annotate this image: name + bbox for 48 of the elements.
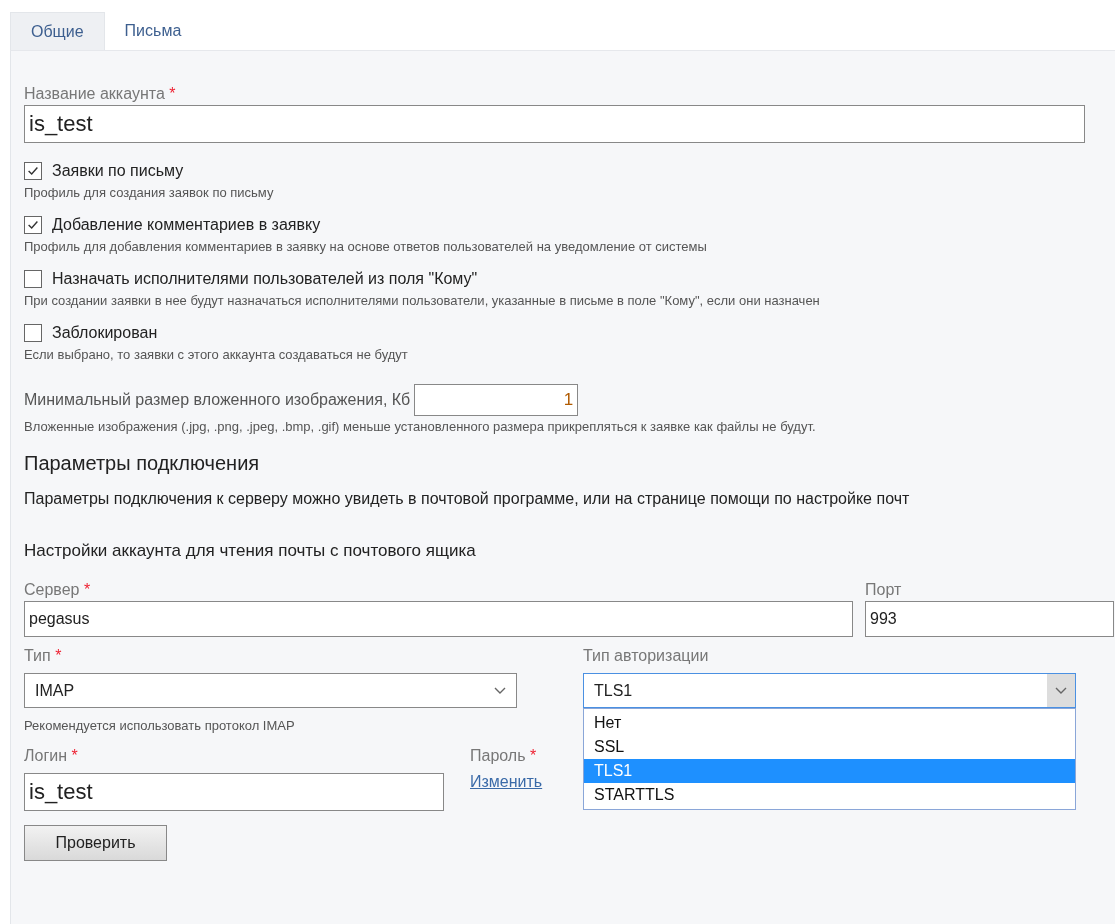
checkbox-label: Заблокирован [52,324,158,342]
image-size-field[interactable]: 1 [414,384,579,416]
login-field[interactable]: is_test [24,773,444,811]
field-label: Логин [24,747,67,764]
dropdown-option[interactable]: SSL [584,735,1075,759]
section-heading: Параметры подключения [24,452,261,475]
option-description: Если выбрано, то заявки с этого аккаунта создаваться не будут [24,347,409,362]
field-hint: Вложенные изображения (.jpg, .png, .jpeg, .bmp, .gif) меньше установленного размера прикрепляться к заявке как файлы не будут. [24,419,817,434]
field-label: Порт [865,581,902,598]
required-mark: * [169,85,176,102]
checkbox-label: Добавление комментариев в заявку [52,216,321,234]
chevron-down-icon [494,686,506,695]
required-mark: * [83,581,91,598]
field-label: Тип авторизации [583,647,709,664]
option-description: Профиль для создания заявок по письму [24,185,275,200]
section-description: Параметры подключения к серверу можно увидеть в почтовой программе, или на странице помощи по настройке почт [24,490,911,508]
field-label: Сервер [24,581,80,598]
option-description: При создании заявки в нее будут назначаться исполнителями пользователи, указанные в письме в поле "Кому", если они назначен [24,293,821,308]
check-button[interactable]: Проверить [24,825,167,861]
field-label: Пароль [470,747,526,764]
tab[interactable]: Общие [10,12,105,50]
required-mark: * [529,747,537,764]
port-field[interactable]: 993 [865,601,1114,637]
required-mark: * [55,647,62,664]
field-label: Минимальный размер вложенного изображения, Кб [24,391,411,409]
checkbox[interactable] [24,162,42,180]
field-label: Название аккаунта [24,85,165,102]
check-icon [26,218,40,232]
checkbox[interactable] [24,270,42,288]
section-heading: Настройки аккаунта для чтения почты с почтового ящика [24,541,477,561]
tab[interactable]: Письма [104,12,202,50]
required-mark: * [71,747,78,764]
type-select[interactable]: IMAP [24,673,517,708]
checkbox[interactable] [24,216,42,234]
checkbox[interactable] [24,324,42,342]
dropdown-option[interactable]: STARTTLS [584,783,1075,807]
auth-type-select[interactable]: TLS1 [583,673,1076,708]
dropdown-option[interactable]: Нет [584,711,1075,735]
field-hint: Рекомендуется использовать протокол IMAP [24,718,296,733]
checkbox-label: Заявки по письму [52,162,184,180]
server-field[interactable]: pegasus [24,601,853,637]
check-icon [26,164,40,178]
option-description: Профиль для добавления комментариев в заявку на основе ответов пользователей на уведомление от системы [24,239,708,254]
checkbox-label: Назначать исполнителями пользователей из поля "Кому" [52,270,478,288]
field-label: Тип [24,647,51,664]
account-name-field[interactable]: is_test [24,105,1085,143]
change-password-link[interactable]: Изменить [470,773,543,791]
chevron-down-icon [1055,686,1067,695]
